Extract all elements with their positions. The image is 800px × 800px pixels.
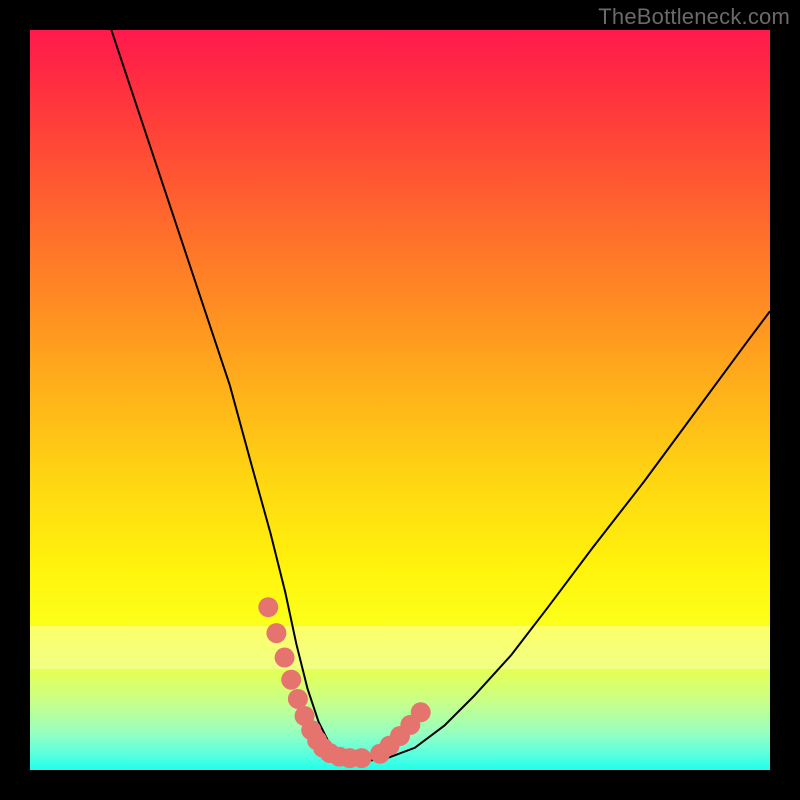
plot-area (30, 30, 770, 770)
data-point (288, 689, 308, 709)
data-point (275, 648, 295, 668)
data-point (258, 597, 278, 617)
data-point (411, 702, 431, 722)
data-point (266, 623, 286, 643)
data-point (281, 670, 301, 690)
curve-path (111, 30, 770, 761)
chart-svg (30, 30, 770, 770)
watermark-text: TheBottleneck.com (598, 4, 790, 30)
chart-frame: TheBottleneck.com (0, 0, 800, 800)
data-point (352, 748, 372, 768)
